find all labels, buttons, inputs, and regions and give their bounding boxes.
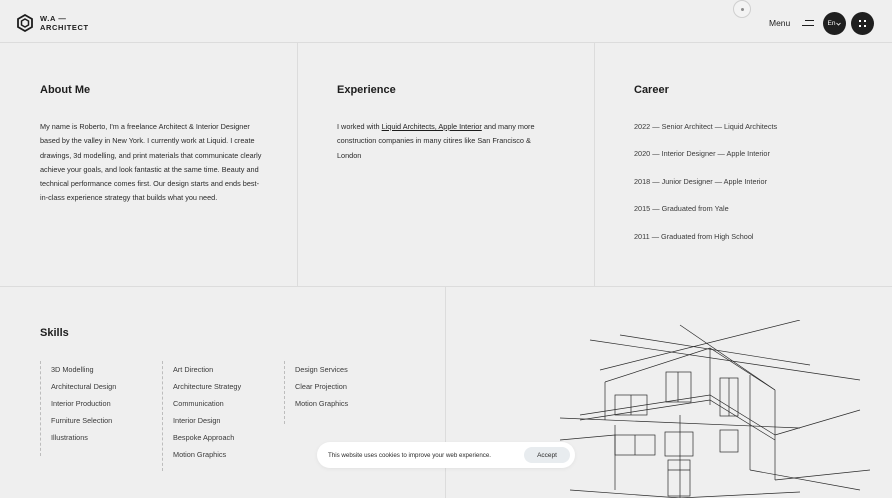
skill-item: 3D Modelling — [51, 365, 94, 374]
cursor-follower — [733, 0, 751, 18]
grid-menu-button[interactable] — [851, 12, 874, 35]
experience-link[interactable]: Liquid Architects, Apple Interior — [382, 122, 482, 131]
skill-item: Art Direction — [173, 365, 214, 374]
experience-text: I worked with Liquid Architects, Apple I… — [337, 120, 552, 163]
skill-item: Architecture Strategy — [173, 382, 242, 391]
skill-item: Motion Graphics — [173, 450, 227, 459]
divider — [594, 43, 595, 286]
career-title: Career — [634, 84, 669, 96]
house-sketch-illustration — [560, 320, 871, 498]
skill-item: Communication — [173, 399, 224, 408]
logo-icon — [17, 14, 33, 32]
skills-column-1: 3D Modelling Architectural Design Interi… — [40, 361, 116, 456]
skills-column-3: Design Services Clear Projection Motion … — [284, 361, 348, 424]
site-header: W.A — ARCHITECT Menu En — [0, 0, 892, 43]
chevron-down-icon — [836, 22, 842, 26]
skill-item: Bespoke Approach — [173, 433, 235, 442]
menu-button[interactable]: Menu — [769, 18, 815, 28]
about-title: About Me — [40, 84, 91, 96]
cookie-banner: This website uses cookies to improve you… — [317, 442, 575, 468]
logo-line-1: W.A — — [40, 14, 67, 23]
career-item: 2018 — Junior Designer — Apple Interior — [634, 177, 768, 186]
skill-item: Furniture Selection — [51, 416, 113, 425]
experience-title: Experience — [337, 84, 396, 96]
logo-line-2: ARCHITECT — [40, 23, 89, 32]
skill-item: Illustrations — [51, 433, 88, 442]
experience-text-before: I worked with — [337, 122, 382, 131]
skill-item: Motion Graphics — [295, 399, 349, 408]
divider — [297, 43, 298, 286]
skill-item: Interior Production — [51, 399, 111, 408]
skill-item: Clear Projection — [295, 382, 347, 391]
skills-column-2: Art Direction Architecture Strategy Comm… — [162, 361, 241, 471]
logo-text: W.A — ARCHITECT — [40, 14, 89, 32]
skill-item: Design Services — [295, 365, 348, 374]
cookie-text: This website uses cookies to improve you… — [328, 451, 492, 459]
skill-item: Architectural Design — [51, 382, 117, 391]
skills-title: Skills — [40, 327, 69, 339]
grid-dots-icon — [859, 20, 866, 27]
hamburger-icon — [802, 19, 815, 27]
skill-item: Interior Design — [173, 416, 221, 425]
career-item: 2022 — Senior Architect — Liquid Archite… — [634, 122, 778, 131]
career-item: 2015 — Graduated from Yale — [634, 204, 729, 213]
menu-label: Menu — [769, 18, 791, 28]
language-button[interactable]: En — [823, 12, 846, 35]
career-item: 2011 — Graduated from High School — [634, 232, 754, 241]
career-item: 2020 — Interior Designer — Apple Interio… — [634, 149, 770, 158]
divider — [0, 286, 892, 287]
language-label: En — [827, 20, 836, 27]
accept-cookies-button[interactable]: Accept — [524, 447, 570, 463]
about-text: My name is Roberto, I'm a freelance Arch… — [40, 122, 262, 203]
logo[interactable]: W.A — ARCHITECT — [17, 14, 89, 32]
